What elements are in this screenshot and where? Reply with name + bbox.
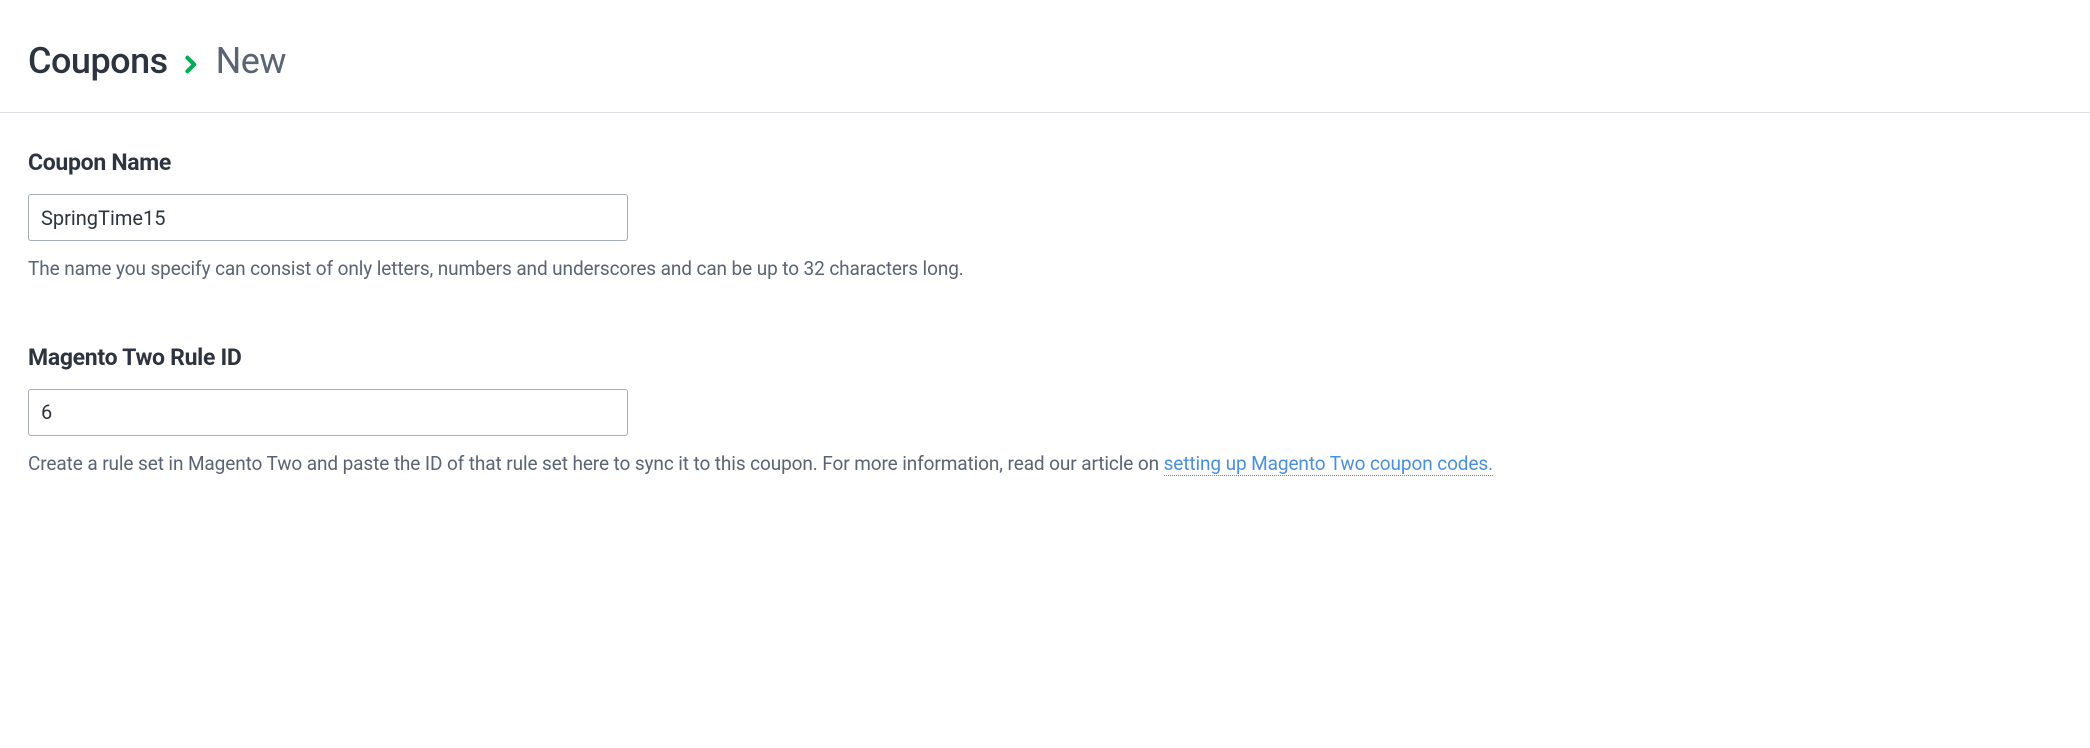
rule-id-help: Create a rule set in Magento Two and pas… bbox=[28, 450, 2062, 479]
coupon-name-label: Coupon Name bbox=[28, 149, 2062, 176]
rule-id-group: Magento Two Rule ID Create a rule set in… bbox=[28, 344, 2062, 479]
page-header: Coupons New bbox=[0, 0, 2090, 112]
rule-id-help-text: Create a rule set in Magento Two and pas… bbox=[28, 452, 1164, 475]
coupon-name-group: Coupon Name The name you specify can con… bbox=[28, 149, 2062, 284]
coupon-name-help: The name you specify can consist of only… bbox=[28, 255, 2062, 284]
rule-id-help-link[interactable]: setting up Magento Two coupon codes. bbox=[1164, 452, 1493, 476]
coupon-name-input[interactable] bbox=[28, 194, 628, 241]
rule-id-input[interactable] bbox=[28, 389, 628, 436]
breadcrumb-root[interactable]: Coupons bbox=[28, 40, 168, 82]
breadcrumb-current: New bbox=[216, 40, 286, 82]
rule-id-label: Magento Two Rule ID bbox=[28, 344, 2062, 371]
chevron-right-icon bbox=[184, 48, 199, 78]
form-area: Coupon Name The name you specify can con… bbox=[0, 113, 2090, 574]
breadcrumb: Coupons New bbox=[28, 40, 2062, 82]
